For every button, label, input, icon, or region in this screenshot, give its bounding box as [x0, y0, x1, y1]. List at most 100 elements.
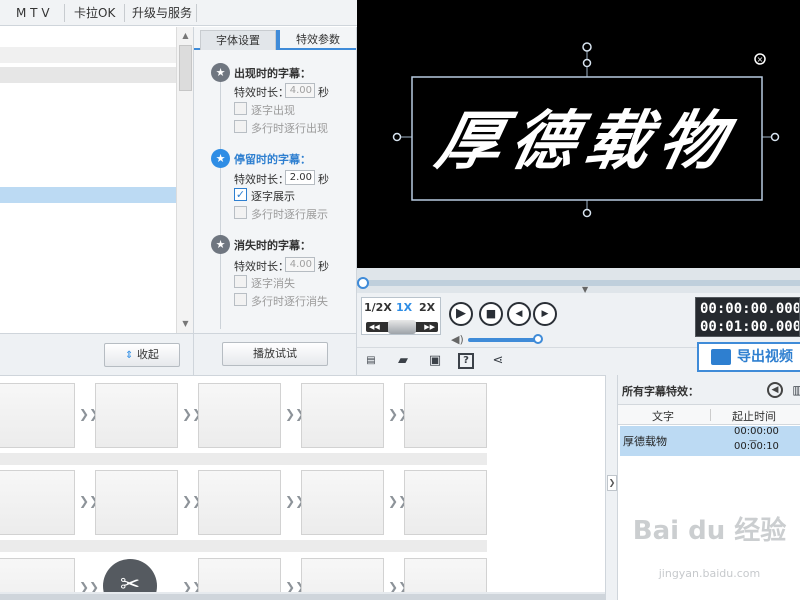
clip-tile[interactable]: [404, 383, 487, 448]
appear-duration-input[interactable]: 4.00: [285, 83, 315, 98]
menu-mtv[interactable]: M T V: [16, 0, 50, 26]
vanish-line-checkbox[interactable]: [234, 293, 247, 306]
transition-arrow-icon[interactable]: ❯❯: [182, 495, 202, 507]
appear-title: 出现时的字幕：: [234, 67, 311, 80]
vanish-line-label: 多行时逐行消失: [251, 295, 328, 308]
list-item[interactable]: [0, 67, 176, 83]
clip-tile[interactable]: [95, 383, 178, 448]
list-item-selected[interactable]: [0, 187, 176, 203]
rotate-handle: [582, 42, 592, 52]
clip-tile[interactable]: [404, 470, 487, 535]
current-time: 00:00:00.000: [700, 301, 800, 317]
stay-char-label: 逐字展示: [251, 190, 295, 203]
stay-char-checkbox[interactable]: ✓: [234, 188, 247, 201]
speed-selector[interactable]: 1/2X 1X 2X ◀◀ ▶▶: [361, 297, 441, 335]
volume-icon[interactable]: ◀): [451, 333, 464, 346]
effect-list-panel: ▲ ▼: [0, 27, 194, 333]
subtitle-effects-panel: 所有字幕特效： ◀ ▥ 文字 起止时间 厚德载物 00:00:00 — 00:0…: [617, 375, 800, 600]
tab-font-settings[interactable]: 字体设置: [200, 30, 276, 50]
back-icon[interactable]: ◀: [767, 382, 783, 398]
resize-handle-right: [770, 132, 780, 142]
clip-tile[interactable]: [301, 470, 384, 535]
subtitle-panel-header: 所有字幕特效： ◀ ▥: [618, 375, 800, 405]
trash-icon[interactable]: ▥: [790, 382, 800, 398]
transition-arrow-icon[interactable]: ❯❯: [79, 495, 99, 507]
subtitle-panel-title: 所有字幕特效：: [622, 385, 699, 398]
bottom-border: [0, 594, 605, 600]
watermark-url: jingyan.baidu.com: [658, 567, 761, 580]
transition-arrow-icon[interactable]: ❯❯: [79, 408, 99, 420]
share-icon[interactable]: ⋖: [490, 353, 506, 369]
menu-separator: [64, 4, 65, 22]
clip-tile[interactable]: [95, 470, 178, 535]
video-preview[interactable]: × 厚德载物: [357, 0, 800, 268]
scroll-down-icon[interactable]: ▼: [178, 316, 193, 331]
subtitle-columns: 文字 起止时间: [618, 405, 800, 425]
stop-icon[interactable]: ■: [479, 302, 503, 326]
export-label: 导出视频: [737, 349, 793, 365]
storyboard-strip: [0, 540, 487, 552]
speed-thumb[interactable]: [388, 320, 416, 334]
new-file-icon[interactable]: ▤: [363, 353, 379, 369]
total-time: 00:01:00.000: [700, 319, 800, 335]
stay-line-checkbox[interactable]: [234, 206, 247, 219]
vanish-char-label: 逐字消失: [251, 277, 295, 290]
vertical-scrollbar[interactable]: ▲ ▼: [176, 27, 193, 333]
previous-frame-icon[interactable]: ◀: [507, 302, 531, 326]
export-video-button[interactable]: 导出视频: [697, 342, 800, 372]
appear-line-checkbox[interactable]: [234, 120, 247, 133]
top-menu-bar: M T V 卡拉OK 升级与服务: [0, 0, 357, 26]
playback-progress[interactable]: ▼: [357, 268, 800, 294]
list-button-bar: ⇕ 收起: [0, 333, 194, 375]
clip-tile[interactable]: [0, 470, 75, 535]
next-frame-icon[interactable]: ▶: [533, 302, 557, 326]
watermark-logo: Bai du 经验: [632, 516, 787, 546]
progress-track[interactable]: [357, 280, 800, 286]
transition-arrow-icon[interactable]: ❯❯: [388, 495, 408, 507]
clip-tile[interactable]: [198, 470, 281, 535]
collapse-button[interactable]: ⇕ 收起: [104, 343, 180, 367]
open-folder-icon[interactable]: ▰: [395, 353, 411, 369]
time-display: 00:00:00.000 00:01:00.000: [695, 297, 800, 337]
scroll-thumb[interactable]: [179, 45, 192, 91]
progress-knob[interactable]: [357, 277, 369, 289]
volume-slider[interactable]: [468, 338, 538, 342]
vanish-duration-input[interactable]: 4.00: [285, 257, 315, 272]
save-icon[interactable]: ▣: [427, 353, 443, 369]
transition-arrow-icon[interactable]: ❯❯: [182, 408, 202, 420]
slower-icon: ◀◀: [369, 323, 380, 331]
effects-panel: 字体设置 特效参数 ★ 出现时的字幕： 特效时长： 4.00 秒 逐字出现 多行…: [194, 27, 357, 333]
clip-tile[interactable]: [301, 383, 384, 448]
vanish-char-checkbox[interactable]: [234, 275, 247, 288]
appear-char-label: 逐字出现: [251, 104, 295, 117]
menu-upgrade[interactable]: 升级与服务: [132, 0, 192, 26]
tab-effect-params[interactable]: 特效参数: [280, 30, 356, 50]
menu-karaoke[interactable]: 卡拉OK: [74, 0, 115, 26]
side-panel-toggle[interactable]: ❯: [605, 375, 617, 600]
stay-duration-label: 特效时长：: [234, 173, 289, 186]
stay-duration-input[interactable]: 2.00: [285, 170, 315, 185]
clip-tile[interactable]: [198, 383, 281, 448]
collapse-icon: ⇕: [125, 350, 134, 361]
speed-half[interactable]: 1/2X: [364, 301, 392, 314]
speed-normal[interactable]: 1X: [396, 301, 412, 314]
play-preview-button[interactable]: 播放试试: [222, 342, 328, 366]
transition-arrow-icon[interactable]: ❯❯: [285, 408, 305, 420]
speed-double[interactable]: 2X: [419, 301, 435, 314]
scroll-up-icon[interactable]: ▲: [178, 28, 193, 43]
column-divider: [710, 409, 711, 421]
subtitle-row[interactable]: 厚德载物 00:00:00 — 00:00:10: [620, 426, 800, 456]
faster-icon: ▶▶: [424, 323, 435, 331]
volume-knob[interactable]: [533, 334, 543, 344]
stay-duration-unit: 秒: [318, 173, 329, 186]
chevron-right-icon[interactable]: ❯: [607, 475, 617, 491]
appear-char-checkbox[interactable]: [234, 102, 247, 115]
storyboard: ❯❯ ❯❯ ❯❯ ❯❯ ❯❯ ❯❯ ❯❯ ❯❯ ❯❯ ✂ ❯❯ ❯❯ ❯❯: [0, 375, 605, 600]
list-item[interactable]: [0, 47, 176, 63]
transition-arrow-icon[interactable]: ❯❯: [285, 495, 305, 507]
speed-slider[interactable]: ◀◀ ▶▶: [366, 320, 438, 334]
help-icon[interactable]: ?: [458, 353, 474, 369]
transition-arrow-icon[interactable]: ❯❯: [388, 408, 408, 420]
play-icon[interactable]: ▶: [449, 302, 473, 326]
clip-tile[interactable]: [0, 383, 75, 448]
